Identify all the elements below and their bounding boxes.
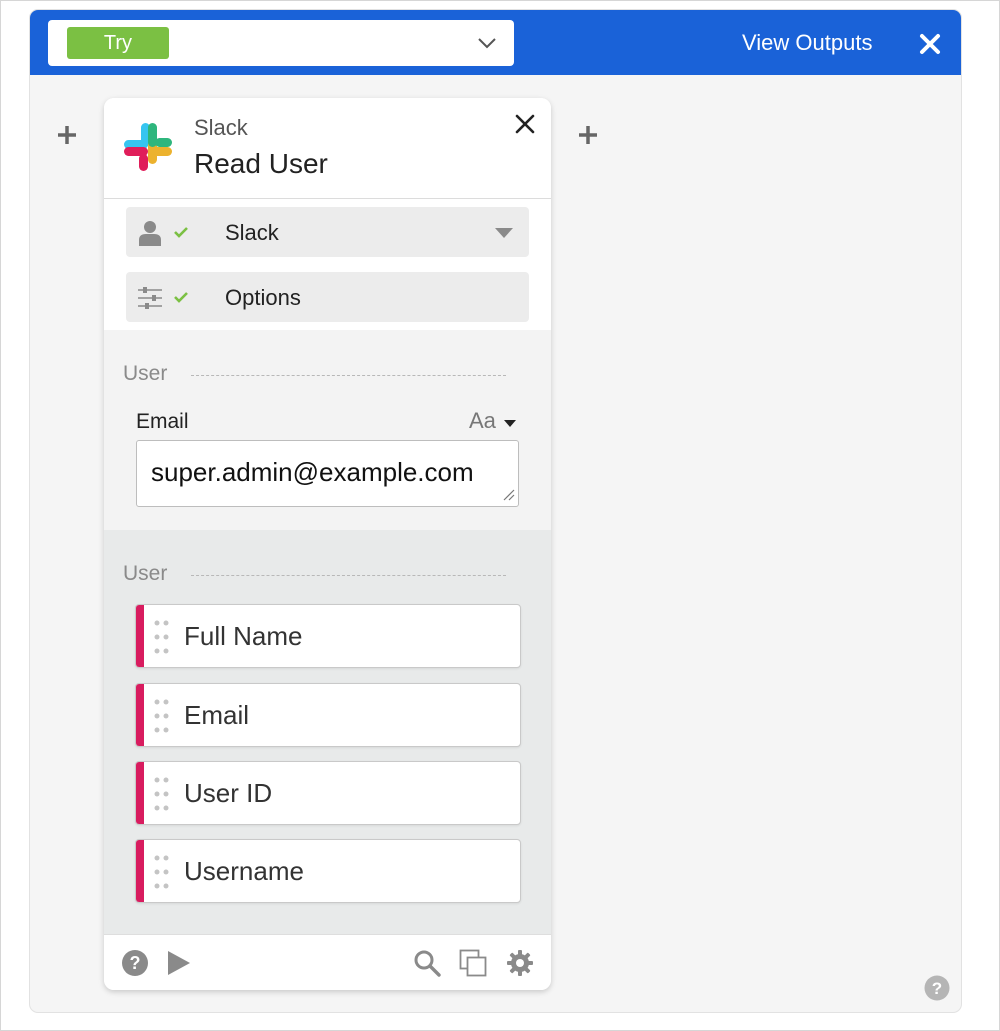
drag-handle-icon[interactable]	[154, 854, 170, 890]
resize-handle-icon[interactable]	[502, 488, 515, 501]
chevron-down-icon[interactable]	[476, 33, 498, 53]
card-footer: ?	[104, 934, 551, 990]
output-section-title: User	[123, 562, 168, 585]
output-pill-email[interactable]: Email	[135, 683, 521, 747]
add-step-before-icon[interactable]	[56, 124, 78, 146]
caret-down-icon[interactable]	[495, 228, 513, 238]
output-pill-full-name[interactable]: Full Name	[135, 604, 521, 668]
input-section-title: User	[123, 362, 168, 385]
output-pill-user-id[interactable]: User ID	[135, 761, 521, 825]
drag-handle-icon[interactable]	[154, 776, 170, 812]
check-icon	[174, 292, 188, 303]
close-icon[interactable]	[514, 113, 536, 135]
drag-handle-icon[interactable]	[154, 619, 170, 655]
gear-icon[interactable]	[506, 949, 534, 977]
search-icon[interactable]	[413, 949, 441, 977]
card-header: Slack Read User	[104, 98, 551, 199]
sliders-icon	[138, 287, 162, 309]
workflow-canvas: Try View Outputs ? Slack Read User Slack…	[30, 10, 961, 1012]
close-icon[interactable]	[918, 32, 942, 56]
options-row[interactable]: Options	[126, 272, 529, 322]
email-field[interactable]: super.admin@example.com	[136, 440, 519, 507]
slack-logo-icon	[124, 123, 172, 171]
section-divider	[191, 575, 506, 576]
pill-label: Full Name	[184, 621, 303, 651]
pill-accent-bar	[136, 762, 144, 824]
pill-accent-bar	[136, 840, 144, 902]
drag-handle-icon[interactable]	[154, 698, 170, 734]
caret-down-icon[interactable]	[504, 420, 516, 427]
output-pill-username[interactable]: Username	[135, 839, 521, 903]
account-label: Slack	[225, 220, 279, 245]
email-field-label: Email	[136, 410, 189, 433]
add-step-after-icon[interactable]	[577, 124, 599, 146]
help-icon[interactable]: ?	[924, 975, 950, 1001]
step-card: Slack Read User Slack Options User Email…	[104, 98, 551, 990]
action-title: Read User	[194, 148, 328, 179]
options-label: Options	[225, 285, 301, 310]
svg-text:?: ?	[130, 953, 141, 973]
pill-label: Username	[184, 856, 304, 886]
pill-label: User ID	[184, 778, 273, 808]
try-dropdown[interactable]: Try	[48, 20, 514, 66]
play-icon[interactable]	[164, 949, 192, 977]
check-icon	[174, 227, 188, 238]
account-selector[interactable]: Slack	[126, 207, 529, 257]
copy-icon[interactable]	[459, 949, 487, 977]
pill-accent-bar	[136, 684, 144, 746]
pill-accent-bar	[136, 605, 144, 667]
try-button[interactable]: Try	[67, 27, 169, 59]
top-toolbar: Try View Outputs	[30, 10, 961, 75]
app-name: Slack	[194, 115, 248, 140]
svg-text:?: ?	[932, 979, 942, 998]
pill-label: Email	[184, 700, 250, 730]
help-icon[interactable]: ?	[121, 949, 149, 977]
user-icon	[139, 221, 161, 246]
section-divider	[191, 375, 506, 376]
format-toggle[interactable]: Aa	[469, 408, 496, 434]
view-outputs-link[interactable]: View Outputs	[742, 30, 872, 56]
